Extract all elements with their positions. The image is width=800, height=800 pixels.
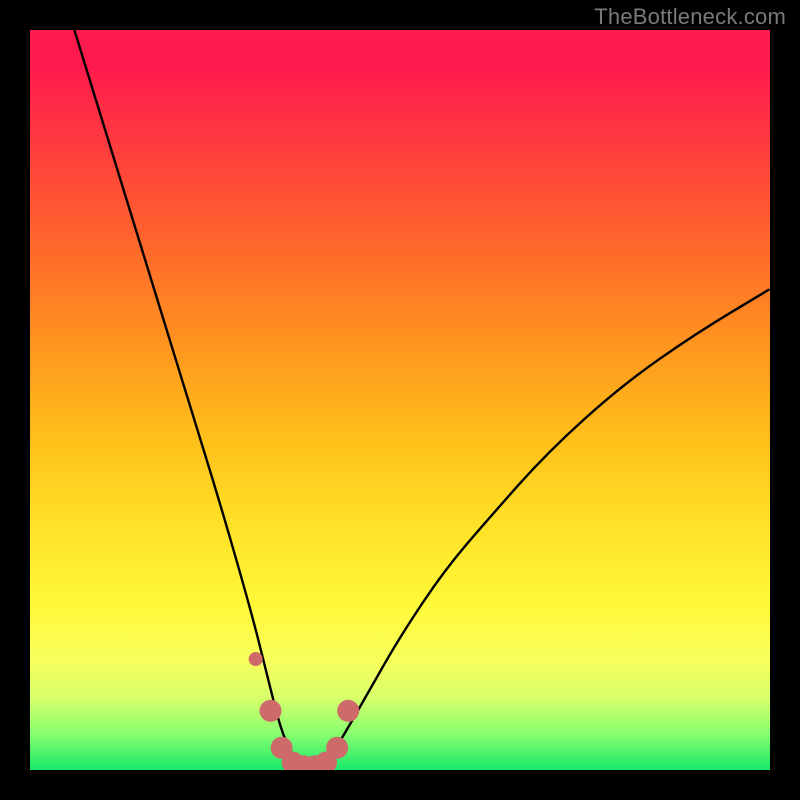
watermark-text: TheBottleneck.com <box>594 4 786 30</box>
highlight-dot <box>260 700 282 722</box>
chart-frame: TheBottleneck.com <box>0 0 800 800</box>
highlight-dot <box>249 652 263 666</box>
bottleneck-curve <box>74 30 770 768</box>
highlight-dot <box>326 737 348 759</box>
highlight-dot <box>337 700 359 722</box>
plot-area <box>30 30 770 770</box>
curve-layer <box>30 30 770 770</box>
